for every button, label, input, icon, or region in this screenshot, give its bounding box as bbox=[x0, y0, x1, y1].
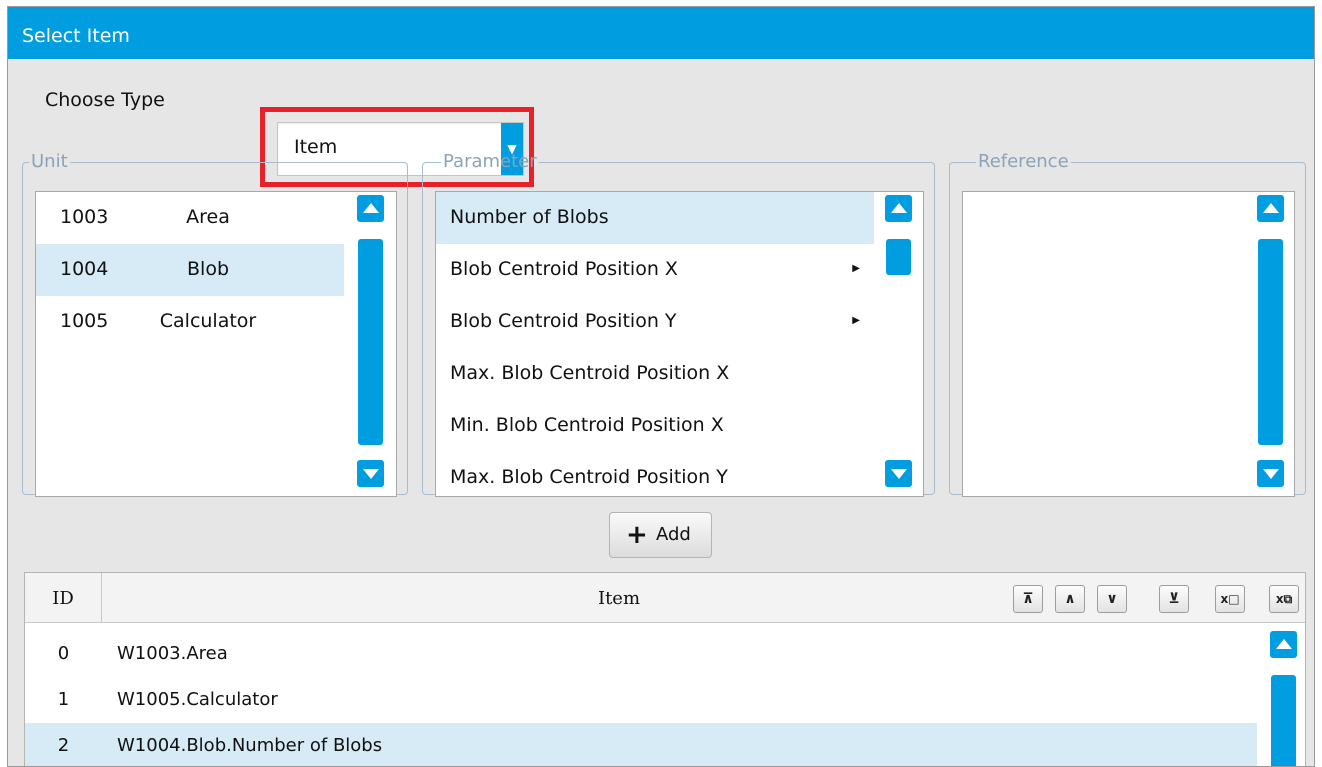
table-row[interactable]: 1 W1005.Calculator bbox=[25, 677, 1257, 723]
row-id: 1 bbox=[57, 689, 70, 710]
table-row[interactable]: 2 W1004.Blob.Number of Blobs bbox=[25, 723, 1257, 766]
parameter-label: Blob Centroid Position Y bbox=[450, 310, 677, 332]
parameter-row[interactable]: Min. Blob Centroid Position X bbox=[436, 400, 874, 452]
row-item: W1003.Area bbox=[117, 643, 228, 664]
reference-legend: Reference bbox=[978, 151, 1069, 172]
move-up-icon[interactable]: ∧ bbox=[1055, 585, 1085, 613]
parameter-row[interactable]: Blob Centroid Position Y ▶ bbox=[436, 296, 874, 348]
scroll-thumb[interactable] bbox=[1271, 675, 1296, 766]
row-item: W1004.Blob.Number of Blobs bbox=[117, 735, 383, 756]
delete-all-icon[interactable]: x⧉ bbox=[1269, 585, 1299, 613]
reference-list[interactable] bbox=[962, 191, 1295, 497]
unit-name: Blob bbox=[187, 258, 229, 280]
parameter-row[interactable]: Number of Blobs bbox=[436, 192, 874, 244]
table-row[interactable]: 0 W1003.Area bbox=[25, 631, 1257, 677]
parameter-group: Parameter Number of Blobs Blob Centroid … bbox=[422, 151, 935, 497]
reference-scrollbar[interactable] bbox=[1257, 195, 1284, 495]
parameter-label: Min. Blob Centroid Position X bbox=[450, 414, 724, 436]
parameter-scrollbar[interactable] bbox=[885, 195, 912, 495]
item-column-header: Item bbox=[597, 588, 641, 609]
id-column-header: ID bbox=[25, 573, 102, 623]
add-button[interactable]: + Add bbox=[609, 512, 712, 558]
unit-legend: Unit bbox=[31, 151, 68, 172]
unit-list[interactable]: 1003 Area 1004 Blob 1005 Calculator bbox=[35, 191, 397, 497]
row-id: 0 bbox=[57, 643, 70, 664]
parameter-legend: Parameter bbox=[443, 151, 537, 172]
parameter-row[interactable]: Max. Blob Centroid Position Y bbox=[436, 452, 874, 496]
unit-name: Calculator bbox=[159, 310, 257, 332]
delete-icon[interactable]: x□ bbox=[1215, 585, 1245, 613]
move-bottom-icon[interactable]: ⊻ bbox=[1159, 585, 1189, 613]
select-item-dialog: Select Item Choose Type Item ▼ Unit 1003… bbox=[7, 6, 1315, 767]
parameter-label: Number of Blobs bbox=[450, 206, 609, 228]
dialog-title: Select Item bbox=[8, 7, 1314, 59]
scroll-up-icon[interactable] bbox=[1270, 631, 1297, 658]
scroll-up-icon[interactable] bbox=[357, 195, 384, 222]
scroll-down-icon[interactable] bbox=[1257, 460, 1284, 487]
unit-name: Area bbox=[186, 206, 230, 228]
scroll-down-icon[interactable] bbox=[885, 460, 912, 487]
submenu-arrow-icon: ▶ bbox=[852, 263, 860, 274]
add-button-label: Add bbox=[656, 524, 691, 545]
move-top-icon[interactable]: ⊼ bbox=[1013, 585, 1043, 613]
item-table: ID Item ⊼ ∧ ∨ ⊻ x□ x⧉ 0 W1003.Area 1 W10… bbox=[24, 572, 1306, 766]
move-down-icon[interactable]: ∨ bbox=[1097, 585, 1127, 613]
scroll-up-icon[interactable] bbox=[885, 195, 912, 222]
unit-row[interactable]: 1003 Area bbox=[36, 192, 344, 244]
parameter-label: Max. Blob Centroid Position X bbox=[450, 362, 730, 384]
unit-row[interactable]: 1004 Blob bbox=[36, 244, 344, 296]
scroll-thumb[interactable] bbox=[1258, 239, 1283, 445]
parameter-label: Blob Centroid Position X bbox=[450, 258, 678, 280]
unit-id: 1004 bbox=[60, 258, 109, 280]
reference-group: Reference bbox=[949, 151, 1306, 497]
table-scrollbar[interactable] bbox=[1270, 631, 1297, 766]
plus-icon: + bbox=[626, 520, 648, 550]
choose-type-label: Choose Type bbox=[45, 89, 165, 111]
unit-id: 1003 bbox=[60, 206, 109, 228]
unit-row[interactable]: 1005 Calculator bbox=[36, 296, 344, 348]
unit-group: Unit 1003 Area 1004 Blob 1005 Calculator bbox=[22, 151, 408, 497]
row-id: 2 bbox=[57, 735, 70, 756]
row-item: W1005.Calculator bbox=[117, 689, 278, 710]
parameter-label: Max. Blob Centroid Position Y bbox=[450, 466, 728, 488]
scroll-down-icon[interactable] bbox=[357, 460, 384, 487]
scroll-thumb[interactable] bbox=[358, 239, 383, 445]
submenu-arrow-icon: ▶ bbox=[852, 315, 860, 326]
unit-scrollbar[interactable] bbox=[357, 195, 384, 495]
scroll-thumb[interactable] bbox=[886, 239, 911, 275]
parameter-row[interactable]: Max. Blob Centroid Position X bbox=[436, 348, 874, 400]
table-header: ID Item ⊼ ∧ ∨ ⊻ x□ x⧉ bbox=[25, 573, 1305, 623]
parameter-row[interactable]: Blob Centroid Position X ▶ bbox=[436, 244, 874, 296]
choose-type-row: Choose Type Item ▼ bbox=[8, 59, 1314, 187]
unit-id: 1005 bbox=[60, 310, 109, 332]
scroll-up-icon[interactable] bbox=[1257, 195, 1284, 222]
parameter-list[interactable]: Number of Blobs Blob Centroid Position X… bbox=[435, 191, 924, 497]
